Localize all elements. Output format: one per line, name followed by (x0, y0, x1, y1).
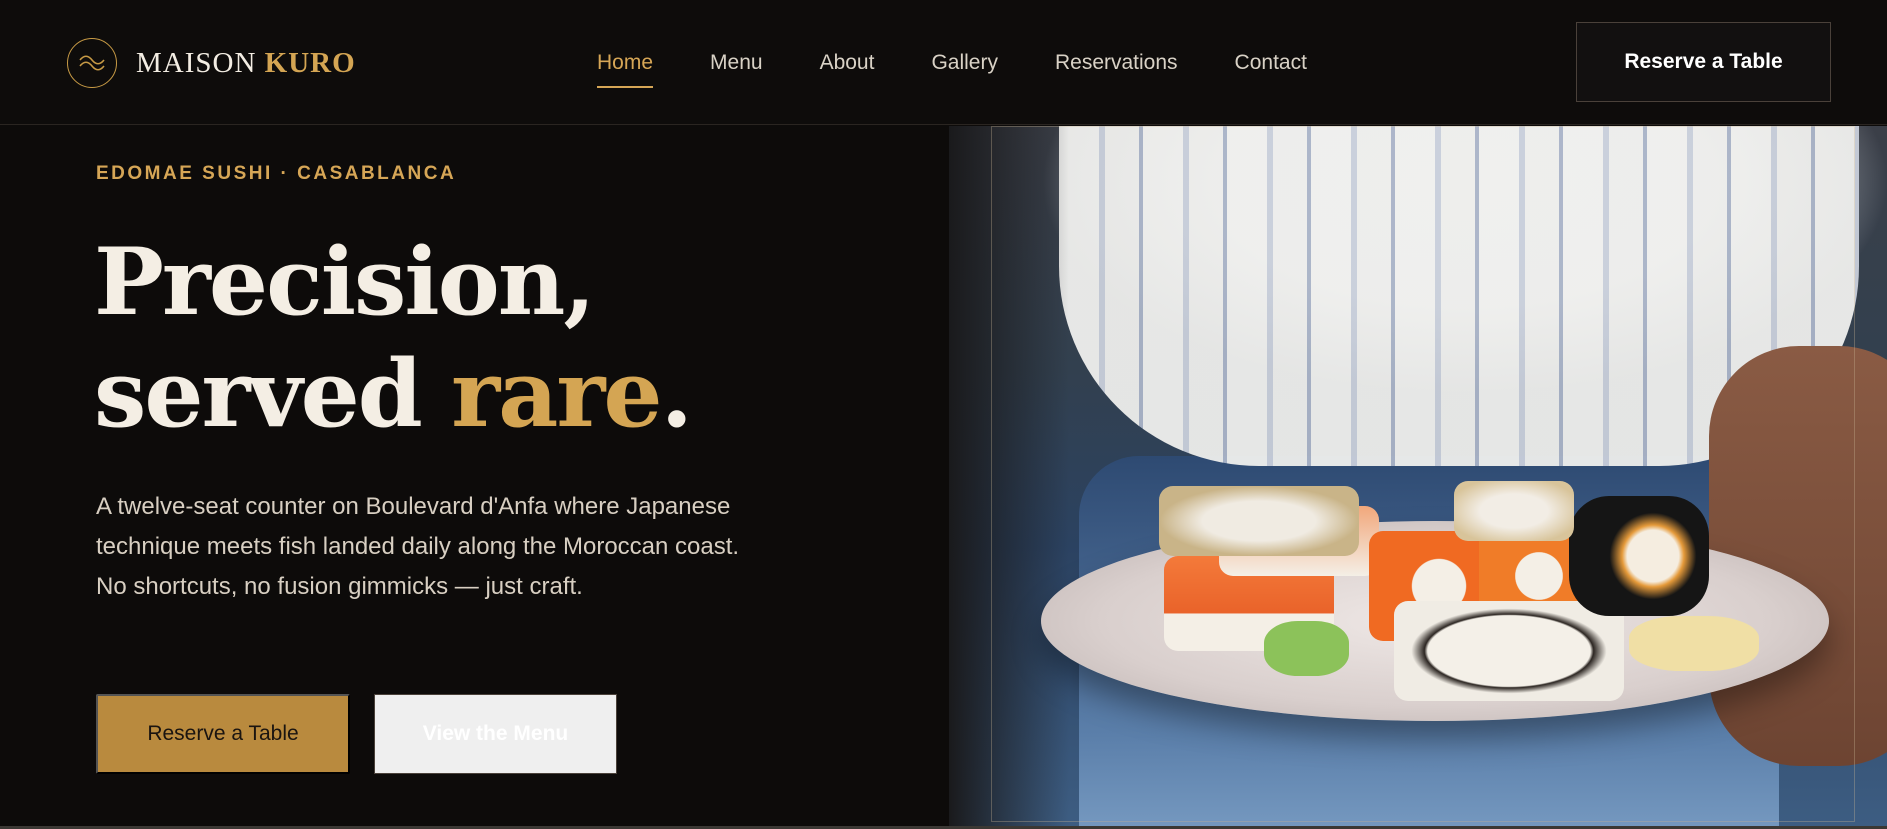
pickled-ginger (1629, 616, 1759, 671)
header-reserve-button[interactable]: Reserve a Table (1576, 22, 1831, 102)
wave-icon (67, 38, 117, 88)
headline-accent-word: rare (451, 339, 662, 448)
headline-line1: Precision, (94, 227, 596, 336)
main-nav: Home Menu About Gallery Reservations Con… (597, 44, 1364, 88)
nav-contact[interactable]: Contact (1235, 44, 1307, 88)
nav-menu[interactable]: Menu (710, 44, 763, 88)
hero-description: A twelve-seat counter on Boulevard d'Anf… (96, 493, 740, 600)
brand-name-part2: KURO (264, 46, 356, 79)
sushi-uramaki (1394, 601, 1624, 701)
sushi-futomaki-nori (1569, 496, 1709, 616)
wasabi (1264, 621, 1349, 676)
nav-about[interactable]: About (820, 44, 875, 88)
hero-sushi-photo (949, 126, 1887, 826)
nav-home[interactable]: Home (597, 44, 654, 88)
brand-name-part1: MAISON (136, 46, 257, 79)
nav-reservations[interactable]: Reservations (1055, 44, 1178, 88)
sushi-rolls-sesame (1159, 486, 1359, 556)
photo-shadow (949, 126, 1069, 826)
brand-logo[interactable]: MAISON KURO (67, 37, 356, 89)
hero-headline: Precision, served rare. (94, 226, 693, 450)
headline-period: . (660, 339, 693, 448)
hero-reserve-button[interactable]: Reserve a Table (96, 694, 350, 774)
headline-line2-start: served (94, 339, 452, 448)
view-menu-button[interactable]: View the Menu (374, 694, 617, 774)
nav-gallery[interactable]: Gallery (931, 44, 998, 88)
brand-name: MAISON KURO (136, 47, 356, 80)
sushi-rolls-back (1454, 481, 1574, 541)
hero-eyebrow: EDOMAE SUSHI · CASABLANCA (96, 163, 457, 184)
site-header: MAISON KURO Home Menu About Gallery Rese… (0, 0, 1887, 125)
